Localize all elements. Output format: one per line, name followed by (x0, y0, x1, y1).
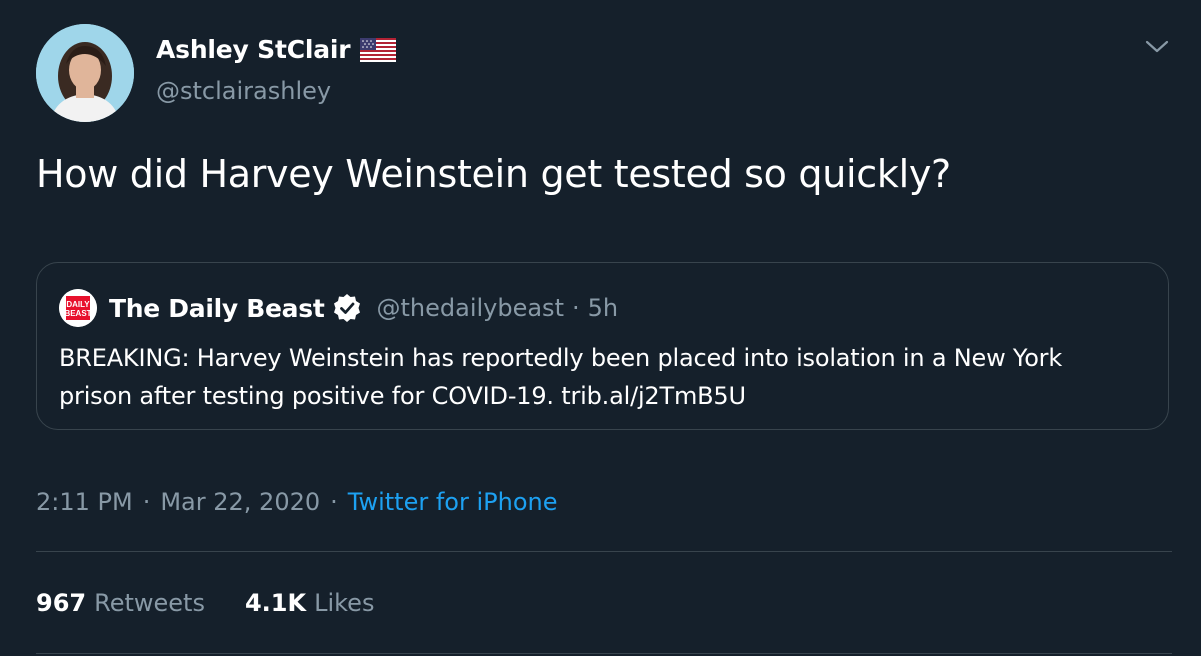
us-flag-icon (360, 37, 397, 62)
retweets-label: Retweets (94, 589, 205, 617)
tweet-stats: 967 Retweets 4.1K Likes (36, 589, 374, 617)
quoted-author-avatar[interactable]: DAILY BEAST (59, 289, 97, 327)
likes-label: Likes (314, 589, 375, 617)
retweets-count: 967 (36, 589, 87, 617)
quoted-timestamp[interactable]: 5h (588, 294, 618, 322)
quoted-separator: · (571, 294, 580, 322)
meta-separator-2: · (330, 488, 338, 516)
tweet-date[interactable]: Mar 22, 2020 (160, 488, 320, 516)
tweet-text: How did Harvey Weinstein get tested so q… (36, 152, 951, 196)
quoted-tweet-text: BREAKING: Harvey Weinstein has reportedl… (59, 344, 1063, 410)
author-name-row[interactable]: Ashley StClair (156, 35, 397, 64)
quoted-author-handle: @thedailybeast (376, 294, 564, 322)
daily-beast-logo-line2: BEAST (64, 309, 91, 318)
retweets-stat[interactable]: 967 Retweets (36, 589, 205, 617)
divider (36, 551, 1172, 552)
author-handle[interactable]: @stclairashley (156, 77, 331, 105)
tweet: Ashley StClair @stclairashley How did Ha… (0, 0, 1201, 656)
quoted-author-name: The Daily Beast (109, 293, 325, 323)
verified-badge-icon (332, 293, 362, 323)
daily-beast-logo-line1: DAILY (66, 300, 90, 309)
tweet-time[interactable]: 2:11 PM (36, 488, 133, 516)
tweet-meta: 2:11 PM · Mar 22, 2020 · Twitter for iPhone (36, 488, 558, 516)
meta-separator: · (142, 488, 151, 516)
likes-stat[interactable]: 4.1K Likes (245, 589, 374, 617)
bottom-divider (36, 653, 1172, 654)
chevron-down-icon[interactable] (1144, 36, 1170, 56)
quoted-tweet[interactable]: DAILY BEAST The Daily Beast @thedailybea… (36, 262, 1169, 430)
author-avatar[interactable] (36, 24, 134, 122)
tweet-source-link[interactable]: Twitter for iPhone (348, 488, 558, 516)
author-name[interactable]: Ashley StClair (156, 35, 351, 64)
likes-count: 4.1K (244, 589, 307, 617)
quoted-tweet-header: DAILY BEAST The Daily Beast @thedailybea… (59, 289, 618, 327)
